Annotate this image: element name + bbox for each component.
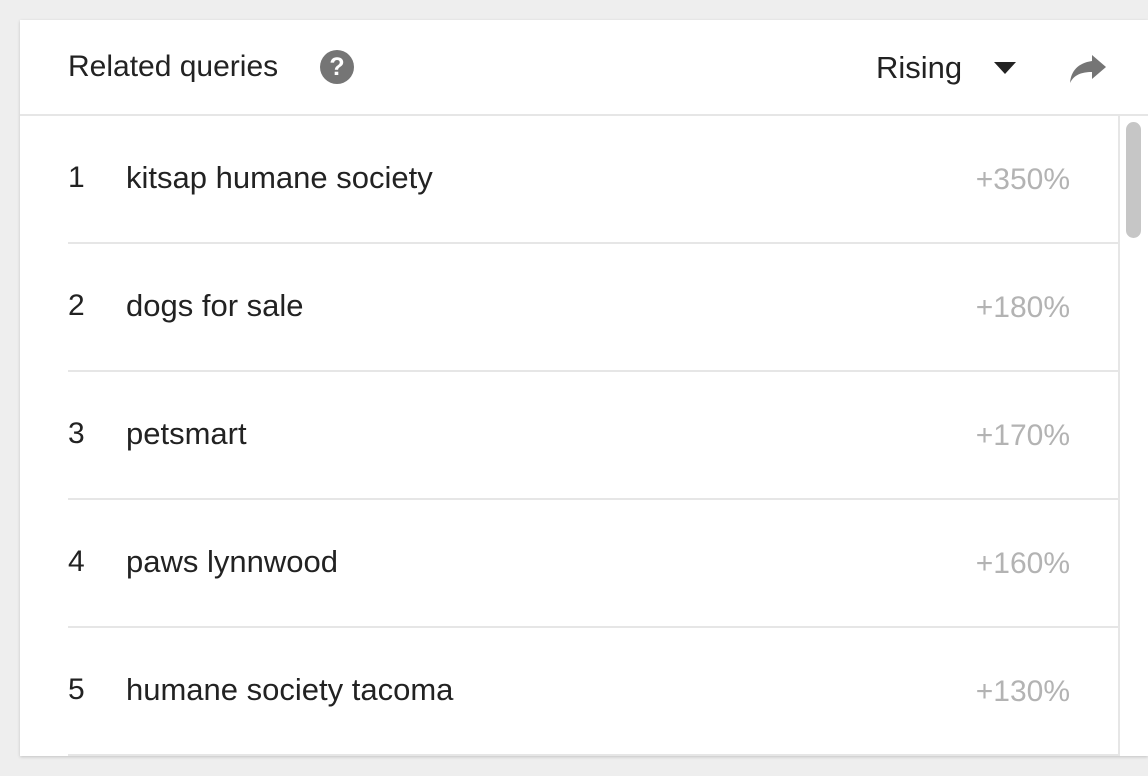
card-title: Related queries <box>68 50 279 83</box>
query-rank: 2 <box>68 289 85 322</box>
related-queries-card: Related queries ? Rising 1 kitsap humane… <box>20 20 1148 756</box>
table-row[interactable]: 2 dogs for sale +180% <box>68 244 1118 372</box>
query-rank: 4 <box>68 545 85 578</box>
query-text[interactable]: paws lynnwood <box>126 544 338 580</box>
query-rank: 3 <box>68 417 85 450</box>
filter-label: Rising <box>876 50 963 85</box>
query-change: +350% <box>975 163 1070 196</box>
question-circle-icon[interactable]: ? <box>320 50 354 84</box>
related-queries-list: 1 kitsap humane society +350% 2 dogs for… <box>20 116 1120 756</box>
query-change: +160% <box>975 547 1070 580</box>
query-text[interactable]: petsmart <box>126 416 247 452</box>
caret-down-icon <box>994 62 1017 74</box>
query-change: +180% <box>975 291 1070 324</box>
table-row[interactable]: 3 petsmart +170% <box>68 372 1118 500</box>
query-change: +170% <box>975 419 1070 452</box>
query-rank: 1 <box>68 161 85 194</box>
scrollbar-thumb[interactable] <box>1126 122 1141 238</box>
card-header: Related queries ? Rising <box>20 20 1148 116</box>
query-change: +130% <box>975 675 1070 708</box>
table-row[interactable]: 4 paws lynnwood +160% <box>68 500 1118 628</box>
table-row[interactable]: 5 humane society tacoma +130% <box>68 628 1118 756</box>
query-text[interactable]: dogs for sale <box>126 288 304 324</box>
rising-filter-dropdown[interactable]: Rising <box>876 48 1017 88</box>
query-text[interactable]: kitsap humane society <box>126 160 433 196</box>
query-rank: 5 <box>68 673 85 706</box>
query-text[interactable]: humane society tacoma <box>126 672 453 708</box>
share-arrow-icon[interactable] <box>1068 52 1108 86</box>
table-row[interactable]: 1 kitsap humane society +350% <box>68 116 1118 244</box>
